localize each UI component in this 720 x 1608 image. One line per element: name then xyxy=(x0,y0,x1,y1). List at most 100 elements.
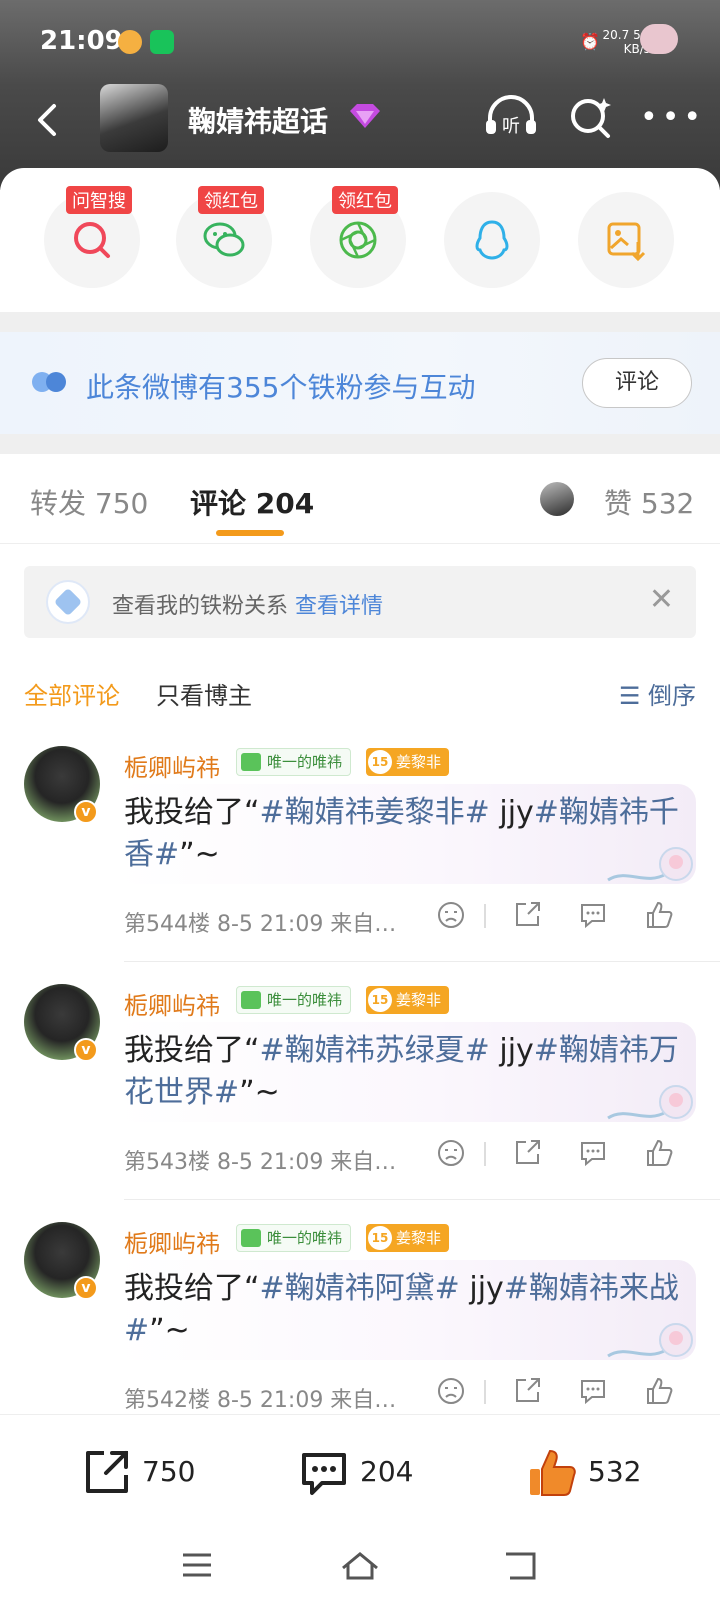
svg-text:听: 听 xyxy=(502,116,520,137)
dislike-icon[interactable] xyxy=(436,900,466,934)
listen-button[interactable]: 听 xyxy=(484,94,538,142)
divider xyxy=(484,1142,486,1166)
sort-order-label: 倒序 xyxy=(648,682,696,710)
like-icon[interactable] xyxy=(644,1376,674,1410)
liker-avatar xyxy=(540,482,574,516)
comment-meta: 第543楼 8-5 21:09 来自… xyxy=(124,1150,397,1175)
repost-icon xyxy=(86,1451,128,1493)
bubble-decoration-icon xyxy=(607,1323,693,1358)
title-bar: 鞠婧祎超话 听 ••• xyxy=(0,84,720,170)
comment-username[interactable]: 栀卿屿祎 xyxy=(124,748,220,783)
share-wechat-button[interactable]: 领红包 xyxy=(176,186,272,288)
comment-text: 我投给了“#鞠婧祎姜黎非# jjy#鞠婧祎千香#”~ xyxy=(124,792,684,876)
share-zhisou-button[interactable]: 问智搜 xyxy=(44,186,140,288)
divider xyxy=(0,312,720,332)
comment-item: v 栀卿屿祎 唯一的唯祎 姜黎非 我投给了“#鞠婧祎姜黎非# jjy#鞠婧祎千香… xyxy=(0,724,720,962)
repost-icon[interactable] xyxy=(512,1376,542,1410)
share-tag: 领红包 xyxy=(198,186,264,214)
liked-thumb-icon xyxy=(530,1449,576,1496)
comment-text: 我投给了“#鞠婧祎阿黛# jjy#鞠婧祎来战#”~ xyxy=(124,1268,684,1352)
divider xyxy=(0,434,720,454)
save-image-button[interactable] xyxy=(578,192,674,288)
verified-icon: v xyxy=(74,800,98,824)
comment-text-part: 我投给了“ xyxy=(124,1033,260,1068)
hashtag-link[interactable]: #鞠婧祎阿黛# xyxy=(260,1271,460,1306)
tab-comment[interactable]: 评论 204 xyxy=(190,482,314,522)
comment-text-part: jjy xyxy=(459,1271,504,1306)
search-button[interactable] xyxy=(568,94,616,146)
reply-icon[interactable] xyxy=(578,1376,608,1410)
comment-icon xyxy=(302,1453,346,1495)
back-button[interactable] xyxy=(28,100,68,140)
comment-actions xyxy=(436,1376,696,1416)
comment-filter: 全部评论 只看博主 ☰ 倒序 xyxy=(0,660,720,720)
filter-all-comments[interactable]: 全部评论 xyxy=(24,676,120,711)
wechat-notification-icon xyxy=(150,30,174,54)
bottom-action-bar: 750 204 532 xyxy=(0,1414,720,1524)
tab-repost[interactable]: 转发 750 xyxy=(30,482,148,522)
fan-badge[interactable]: 唯一的唯祎 xyxy=(236,1224,352,1252)
bottom-like-button[interactable]: 532 xyxy=(526,1447,641,1499)
fan-relation-notice: 查看我的铁粉关系 查看详情 ✕ xyxy=(24,566,696,638)
like-count: 532 xyxy=(588,1455,642,1488)
notice-detail-link[interactable]: 查看详情 xyxy=(295,594,383,619)
battery-pill-icon xyxy=(640,24,678,54)
dislike-icon[interactable] xyxy=(436,1376,466,1410)
comment-button[interactable]: 评论 xyxy=(582,358,692,408)
level-badge[interactable]: 姜黎非 xyxy=(366,986,450,1014)
page-title[interactable]: 鞠婧祎超话 xyxy=(188,100,328,140)
status-bar: 21:09 ⏰ 20.7 5G KB/s xyxy=(0,0,720,84)
more-icon[interactable]: ••• xyxy=(640,100,705,135)
like-icon[interactable] xyxy=(644,1138,674,1172)
bubble-decoration-icon xyxy=(607,1085,693,1120)
home-icon[interactable] xyxy=(340,1550,380,1586)
menu-icon[interactable] xyxy=(180,1550,214,1584)
bottom-repost-button[interactable]: 750 xyxy=(80,1447,195,1499)
tab-active-indicator xyxy=(216,530,284,536)
repost-icon[interactable] xyxy=(512,900,542,934)
filter-author-only[interactable]: 只看博主 xyxy=(156,676,252,711)
weibo-notification-icon xyxy=(118,30,142,54)
hashtag-link[interactable]: #鞠婧祎苏绿夏# xyxy=(260,1033,490,1068)
comment-item: v 栀卿屿祎 唯一的唯祎 姜黎非 我投给了“#鞠婧祎苏绿夏# jjy#鞠婧祎万花… xyxy=(0,962,720,1200)
bubble-decoration-icon xyxy=(607,847,693,882)
interaction-tabs: 转发 750 评论 204 赞 532 xyxy=(0,454,720,544)
comment-count: 204 xyxy=(360,1455,414,1488)
comment-actions xyxy=(436,1138,696,1178)
fan-banner-text: 此条微博有355个铁粉参与互动 xyxy=(86,371,476,404)
fan-badge[interactable]: 唯一的唯祎 xyxy=(236,986,352,1014)
verified-icon: v xyxy=(74,1038,98,1062)
level-badge[interactable]: 姜黎非 xyxy=(366,748,450,776)
close-icon[interactable]: ✕ xyxy=(649,582,674,617)
system-nav-bar xyxy=(0,1524,720,1608)
reply-icon[interactable] xyxy=(578,900,608,934)
like-icon[interactable] xyxy=(644,900,674,934)
comment-text: 我投给了“#鞠婧祎苏绿夏# jjy#鞠婧祎万花世界#”~ xyxy=(124,1030,684,1114)
share-qq-button[interactable] xyxy=(444,192,540,288)
comment-text-part: 我投给了“ xyxy=(124,795,260,830)
comment-meta: 第542楼 8-5 21:09 来自… xyxy=(124,1388,397,1413)
fan-badge[interactable]: 唯一的唯祎 xyxy=(236,748,352,776)
share-moments-button[interactable]: 领红包 xyxy=(310,186,406,288)
comment-meta: 第544楼 8-5 21:09 来自… xyxy=(124,912,397,937)
share-tag: 问智搜 xyxy=(66,186,132,214)
fans-icon xyxy=(32,372,66,392)
bottom-comment-button[interactable]: 204 xyxy=(298,1447,413,1499)
comment-text-part: ”~ xyxy=(179,837,220,872)
supertopic-avatar[interactable] xyxy=(100,84,168,152)
reply-icon[interactable] xyxy=(578,1138,608,1172)
level-badge[interactable]: 姜黎非 xyxy=(366,1224,450,1252)
tab-like[interactable]: 赞 532 xyxy=(604,482,694,522)
dislike-icon[interactable] xyxy=(436,1138,466,1172)
sort-order-button[interactable]: ☰ 倒序 xyxy=(619,676,696,711)
comment-username[interactable]: 栀卿屿祎 xyxy=(124,986,220,1021)
divider xyxy=(484,1380,486,1404)
diamond-badge-icon xyxy=(348,102,382,134)
repost-icon[interactable] xyxy=(512,1138,542,1172)
comment-text-part: ”~ xyxy=(239,1075,280,1110)
share-tag: 领红包 xyxy=(332,186,398,214)
comment-username[interactable]: 栀卿屿祎 xyxy=(124,1224,220,1259)
hashtag-link[interactable]: #鞠婧祎姜黎非# xyxy=(260,795,490,830)
back-nav-icon[interactable] xyxy=(502,1550,538,1586)
comment-text-part: jjy xyxy=(489,1033,534,1068)
